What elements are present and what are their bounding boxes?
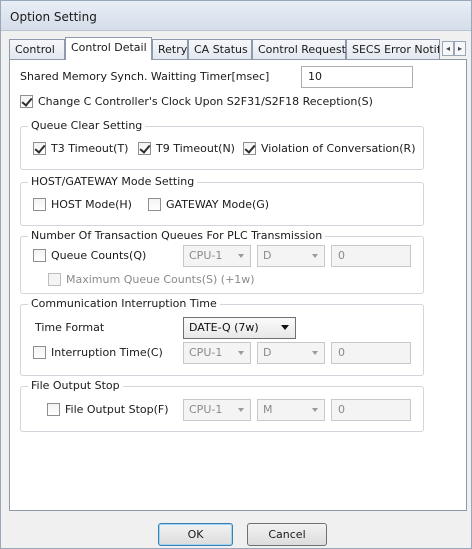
checkbox-label: Violation of Conversation(R)	[261, 142, 416, 155]
chevron-down-icon	[238, 254, 244, 258]
tab-label: Control Request	[258, 43, 346, 56]
shared-memory-label: Shared Memory Synch. Waitting Timer[msec…	[20, 70, 270, 83]
checkbox-check-icon	[33, 142, 46, 155]
tab-scroll-left-icon[interactable]: ◂	[442, 41, 454, 56]
input-value: 10	[308, 70, 322, 83]
queue-clear-group: Queue Clear Setting T3 Timeout(T) T9 Tim…	[20, 119, 424, 170]
checkbox-label: Maximum Queue Counts(S) (+1w)	[66, 273, 255, 286]
checkbox-icon	[33, 249, 46, 262]
input-value: 0	[338, 249, 345, 262]
checkbox-icon	[47, 403, 60, 416]
scroll-left-glyph: ◂	[445, 44, 450, 53]
chevron-down-icon	[312, 408, 318, 412]
checkbox-label: Interruption Time(C)	[51, 346, 163, 359]
title-bar: Option Setting	[1, 1, 471, 31]
option-setting-dialog: Option Setting Control Control Detail Re…	[0, 0, 472, 549]
chevron-down-icon	[281, 325, 289, 330]
t9-timeout-checkbox[interactable]: T9 Timeout(N)	[138, 142, 235, 155]
file-output-device-select[interactable]: M	[257, 399, 325, 421]
checkbox-icon	[33, 198, 46, 211]
tab-retry[interactable]: Retry	[152, 39, 188, 59]
checkbox-label: Change C Controller's Clock Upon S2F31/S…	[38, 95, 373, 108]
cancel-button[interactable]: Cancel	[247, 523, 327, 546]
host-mode-checkbox[interactable]: HOST Mode(H)	[33, 198, 132, 211]
chevron-down-icon	[238, 408, 244, 412]
chevron-down-icon	[312, 254, 318, 258]
checkbox-icon	[33, 346, 46, 359]
checkbox-check-icon	[138, 142, 151, 155]
select-value: DATE-Q (7w)	[189, 321, 259, 334]
tab-label: Retry	[158, 43, 188, 56]
input-value: 0	[338, 403, 345, 416]
t3-timeout-checkbox[interactable]: T3 Timeout(T)	[33, 142, 128, 155]
interruption-time-checkbox[interactable]: Interruption Time(C)	[33, 346, 163, 359]
select-value: CPU-1	[189, 403, 223, 416]
file-output-stop-checkbox[interactable]: File Output Stop(F)	[47, 403, 169, 416]
tab-strip: Control Control Detail Retry CA Status C…	[9, 37, 467, 60]
checkbox-label: T3 Timeout(T)	[51, 142, 129, 155]
clock-change-checkbox[interactable]: Change C Controller's Clock Upon S2F31/S…	[20, 95, 373, 108]
tab-ca-status[interactable]: CA Status	[188, 39, 252, 59]
select-value: CPU-1	[189, 346, 223, 359]
checkbox-check-icon	[243, 142, 256, 155]
ok-button[interactable]: OK	[158, 523, 233, 546]
group-title: Number Of Transaction Queues For PLC Tra…	[28, 229, 326, 242]
scroll-right-glyph: ▸	[457, 44, 462, 53]
tab-scroll-right-icon[interactable]: ▸	[454, 41, 466, 56]
chevron-down-icon	[312, 351, 318, 355]
shared-memory-timer-input[interactable]: 10	[301, 66, 413, 88]
group-title: Communication Interruption Time	[28, 297, 220, 310]
checkbox-icon	[48, 273, 61, 286]
queue-counts-checkbox[interactable]: Queue Counts(Q)	[33, 249, 146, 262]
window-title: Option Setting	[10, 10, 97, 24]
interruption-device-select[interactable]: D	[257, 342, 325, 364]
group-title: HOST/GATEWAY Mode Setting	[28, 175, 198, 188]
group-title: Queue Clear Setting	[28, 119, 146, 132]
group-title: File Output Stop	[28, 379, 123, 392]
violation-of-conversation-checkbox[interactable]: Violation of Conversation(R)	[243, 142, 415, 155]
select-value: CPU-1	[189, 249, 223, 262]
tab-label: Control	[15, 43, 55, 56]
tab-control-request[interactable]: Control Request	[252, 39, 346, 59]
tab-secs-error-notification[interactable]: SECS Error Notific	[346, 39, 440, 59]
tab-label: Control Detail	[71, 41, 147, 54]
control-detail-panel: Shared Memory Synch. Waitting Timer[msec…	[9, 59, 467, 511]
tab-control[interactable]: Control	[9, 39, 65, 59]
file-output-cpu-select[interactable]: CPU-1	[183, 399, 251, 421]
checkbox-label: Queue Counts(Q)	[51, 249, 147, 262]
checkbox-label: GATEWAY Mode(G)	[166, 198, 270, 211]
communication-interruption-group: Communication Interruption Time Time For…	[20, 297, 424, 376]
queue-cpu-select[interactable]: CPU-1	[183, 245, 251, 267]
maximum-queue-counts-checkbox[interactable]: Maximum Queue Counts(S) (+1w)	[48, 273, 255, 286]
queue-device-select[interactable]: D	[257, 245, 325, 267]
time-format-select[interactable]: DATE-Q (7w)	[183, 317, 296, 339]
select-value: M	[263, 403, 273, 416]
input-value: 0	[338, 346, 345, 359]
transaction-queues-group: Number Of Transaction Queues For PLC Tra…	[20, 229, 424, 294]
host-gateway-group: HOST/GATEWAY Mode Setting HOST Mode(H) G…	[20, 175, 424, 226]
checkbox-label: HOST Mode(H)	[51, 198, 132, 211]
select-value: D	[263, 346, 272, 359]
checkbox-label: T9 Timeout(N)	[156, 142, 235, 155]
file-output-stop-group: File Output Stop File Output Stop(F) CPU…	[20, 379, 424, 432]
button-label: Cancel	[268, 528, 306, 541]
interruption-time-input[interactable]: 0	[331, 342, 411, 364]
queue-counts-input[interactable]: 0	[331, 245, 411, 267]
button-label: OK	[187, 528, 204, 541]
checkbox-check-icon	[20, 95, 33, 108]
checkbox-label: File Output Stop(F)	[65, 403, 169, 416]
tab-label: SECS Error Notific	[352, 43, 440, 56]
chevron-down-icon	[238, 351, 244, 355]
interruption-cpu-select[interactable]: CPU-1	[183, 342, 251, 364]
tab-label: CA Status	[194, 43, 248, 56]
time-format-label: Time Format	[35, 321, 105, 334]
gateway-mode-checkbox[interactable]: GATEWAY Mode(G)	[148, 198, 269, 211]
checkbox-icon	[148, 198, 161, 211]
select-value: D	[263, 249, 272, 262]
file-output-stop-input[interactable]: 0	[331, 399, 411, 421]
tab-control-detail[interactable]: Control Detail	[65, 37, 152, 60]
